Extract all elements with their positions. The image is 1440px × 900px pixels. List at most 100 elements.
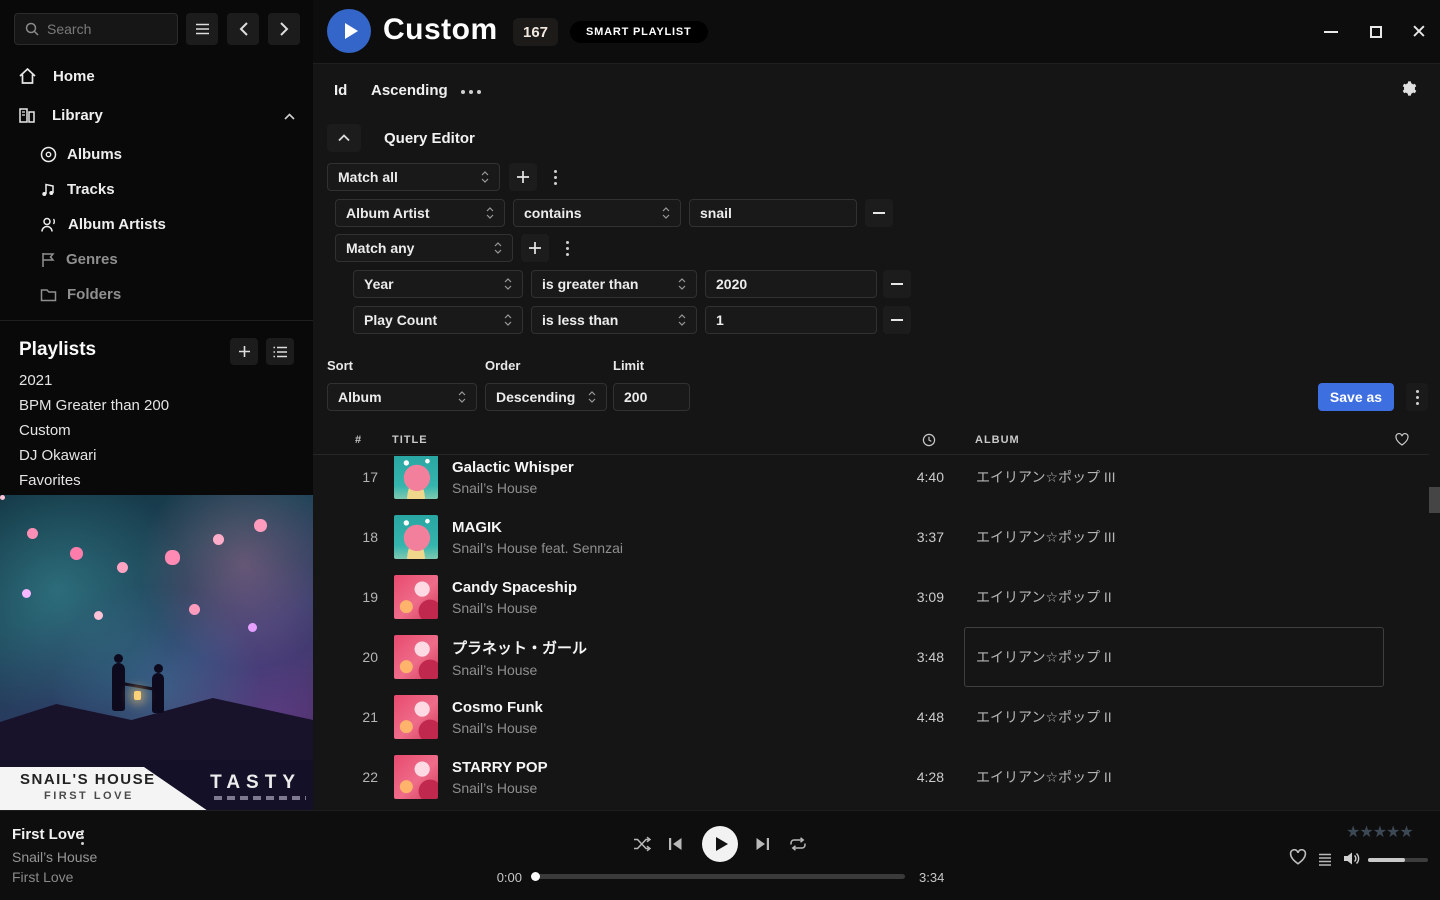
play-pause-button[interactable] (702, 826, 738, 862)
group-rule-value-input[interactable]: 2020 (705, 270, 877, 298)
star-icon[interactable]: ★ (1346, 822, 1360, 842)
chevron-right-icon (280, 22, 289, 36)
more-options-icon[interactable] (461, 90, 481, 94)
track-album-cell[interactable]: エイリアン☆ポップ II (964, 747, 1384, 807)
favorite-heart-icon[interactable] (1395, 433, 1409, 449)
sort-field-control[interactable]: Id (334, 82, 347, 99)
now-playing-menu-icon[interactable] (81, 830, 84, 845)
group-match-type-select[interactable]: Match any (335, 234, 513, 262)
search-icon (25, 22, 39, 36)
next-track-button[interactable] (755, 837, 770, 851)
plus-icon (516, 170, 530, 184)
sidebar-item-tracks[interactable]: Tracks (0, 175, 313, 203)
track-album-cell[interactable]: エイリアン☆ポップ II (964, 687, 1384, 747)
save-menu-icon[interactable] (1406, 383, 1428, 411)
playlist-list-button[interactable] (266, 338, 294, 365)
gear-icon[interactable] (1401, 80, 1418, 102)
sidebar-playlist-item[interactable]: BPM Greater than 200 (19, 393, 289, 417)
play-icon (345, 23, 358, 39)
order-select[interactable]: Descending (485, 383, 607, 411)
add-playlist-button[interactable] (230, 338, 258, 365)
query-editor-collapse-button[interactable] (327, 124, 361, 152)
rule-group-menu-icon[interactable] (545, 163, 565, 191)
table-row[interactable]: 17 Galactic Whisper Snail’s House 4:40 エ… (313, 456, 1429, 507)
sort-direction-control[interactable]: Ascending (371, 82, 448, 99)
window-minimize-button[interactable] (1317, 20, 1345, 44)
scrollbar-thumb[interactable] (1429, 487, 1440, 513)
track-cover-art (394, 755, 438, 799)
rule-operator-select[interactable]: contains (513, 199, 681, 227)
sidebar-item-label: Library (52, 107, 103, 124)
rule-value-input[interactable]: snail (689, 199, 857, 227)
table-row[interactable]: 21 Cosmo Funk Snail’s House 4:48 エイリアン☆ポ… (313, 687, 1429, 747)
queue-button[interactable] (1318, 853, 1332, 872)
track-list: 17 Galactic Whisper Snail’s House 4:40 エ… (313, 456, 1429, 810)
sort-select[interactable]: Album (327, 383, 477, 411)
sidebar-item-folders[interactable]: Folders (0, 280, 313, 308)
window-maximize-button[interactable] (1362, 20, 1390, 44)
select-value: Year (364, 276, 504, 292)
play-playlist-button[interactable] (327, 9, 371, 53)
group-rule-operator-select[interactable]: is less than (531, 306, 697, 334)
add-rule-button[interactable] (509, 163, 537, 191)
nav-forward-button[interactable] (268, 13, 300, 45)
artist-icon (40, 216, 58, 233)
track-album-cell[interactable]: エイリアン☆ポップ III (964, 456, 1384, 507)
shuffle-button[interactable] (633, 836, 651, 852)
previous-track-button[interactable] (668, 837, 683, 851)
menu-button[interactable] (186, 13, 218, 45)
favorite-button[interactable] (1289, 849, 1307, 871)
sidebar-playlist-item[interactable]: DJ Okawari (19, 443, 289, 467)
sidebar-item-library[interactable]: Library (0, 100, 313, 130)
seek-knob[interactable] (531, 872, 540, 881)
group-rule-field-select[interactable]: Play Count (353, 306, 523, 334)
sidebar-playlist-item[interactable]: Custom (19, 418, 289, 442)
group-rule-operator-select[interactable]: is greater than (531, 270, 697, 298)
seek-bar[interactable] (535, 874, 905, 879)
star-icon[interactable]: ★ (1399, 822, 1413, 842)
now-playing-album-art[interactable]: SNAIL'S HOUSE FIRST LOVE TASTY (0, 495, 313, 810)
match-type-select[interactable]: Match all (327, 163, 500, 191)
window-close-button[interactable]: ✕ (1405, 20, 1433, 44)
group-rule-field-select[interactable]: Year (353, 270, 523, 298)
table-row[interactable]: 22 STARRY POP Snail’s House 4:28 エイリアン☆ポ… (313, 747, 1429, 807)
sidebar-playlist-item[interactable]: 2021 (19, 368, 289, 392)
rule-field-select[interactable]: Album Artist (335, 199, 505, 227)
volume-button[interactable] (1343, 851, 1361, 871)
group-rule-value-input[interactable]: 1 (705, 306, 877, 334)
star-icon[interactable]: ★ (1386, 822, 1400, 842)
sidebar-item-genres[interactable]: Genres (0, 245, 313, 273)
repeat-button[interactable] (789, 836, 807, 852)
sidebar-item-albums[interactable]: Albums (0, 140, 313, 168)
sidebar-item-home[interactable]: Home (0, 61, 313, 91)
star-icon[interactable]: ★ (1359, 822, 1373, 842)
nav-back-button[interactable] (227, 13, 259, 45)
track-album-cell[interactable]: エイリアン☆ポップ III (964, 507, 1384, 567)
heart-icon (1289, 849, 1307, 865)
remove-rule-button[interactable] (883, 306, 911, 334)
table-row[interactable]: 19 Candy Spaceship Snail’s House 3:09 エイ… (313, 567, 1429, 627)
sidebar-item-album-artists[interactable]: Album Artists (0, 210, 313, 238)
table-row[interactable]: 20 プラネット・ガール Snail’s House 3:48 エイリアン☆ポッ… (313, 627, 1429, 687)
save-as-button[interactable]: Save as (1318, 383, 1394, 411)
duration-clock-icon[interactable] (922, 433, 936, 450)
column-title[interactable]: TITLE (392, 434, 428, 446)
table-row[interactable]: 18 MAGIK Snail’s House feat. Sennzai 3:3… (313, 507, 1429, 567)
search-input[interactable] (47, 21, 157, 37)
star-icon[interactable]: ★ (1373, 822, 1387, 842)
group-add-rule-button[interactable] (521, 234, 549, 262)
main-panel: Custom 167 SMART PLAYLIST ✕ Id Ascending… (313, 0, 1440, 810)
sidebar-playlist-item[interactable]: Favorites (19, 468, 289, 492)
volume-slider[interactable] (1368, 858, 1428, 862)
column-album[interactable]: ALBUM (975, 434, 1020, 446)
group-menu-icon[interactable] (557, 234, 577, 262)
remove-rule-button[interactable] (865, 199, 893, 227)
limit-input[interactable]: 200 (613, 383, 690, 411)
track-album-cell[interactable]: エイリアン☆ポップ II (964, 627, 1384, 687)
column-index[interactable]: # (355, 434, 362, 446)
search-input-wrap[interactable] (14, 13, 178, 45)
track-album-cell[interactable]: エイリアン☆ポップ II (964, 567, 1384, 627)
remove-rule-button[interactable] (883, 270, 911, 298)
rating-stars[interactable]: ★ ★ ★ ★ ★ (1347, 822, 1414, 842)
chevron-up-icon[interactable] (284, 107, 295, 124)
